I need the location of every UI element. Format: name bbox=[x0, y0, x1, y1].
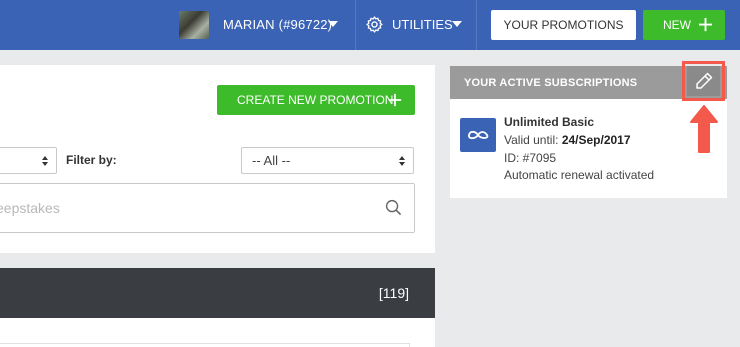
subscriptions-title: YOUR ACTIVE SUBSCRIPTIONS bbox=[464, 77, 638, 89]
plan-renewal-status: Automatic renewal activated bbox=[504, 168, 655, 182]
infinity-icon bbox=[468, 130, 489, 140]
arrow-up-icon bbox=[690, 105, 718, 153]
top-navigation-bar: MARIAN (#96722) UTILITIES YOUR PROMOTION… bbox=[0, 0, 740, 50]
gear-icon[interactable] bbox=[365, 15, 384, 34]
search-icon[interactable] bbox=[385, 199, 402, 216]
user-menu-label[interactable]: MARIAN (#96722) bbox=[223, 17, 332, 32]
promotions-list-header: [119] bbox=[0, 268, 435, 318]
valid-prefix: Valid until: bbox=[504, 133, 562, 147]
plan-name: Unlimited Basic bbox=[504, 115, 595, 129]
search-placeholder: eepstakes bbox=[0, 200, 60, 216]
plan-id: ID: #7095 bbox=[504, 151, 557, 165]
plan-icon bbox=[460, 118, 496, 152]
your-promotions-button[interactable]: YOUR PROMOTIONS bbox=[491, 10, 636, 40]
create-button-label: CREATE NEW PROMOTION bbox=[237, 93, 394, 107]
promotions-panel: CREATE NEW PROMOTION Filter by: -- All -… bbox=[0, 65, 435, 253]
plus-icon bbox=[388, 93, 402, 107]
filter-label: Filter by: bbox=[66, 153, 117, 167]
utilities-menu-label[interactable]: UTILITIES bbox=[392, 17, 453, 32]
nav-divider bbox=[476, 0, 477, 50]
new-button-label: NEW bbox=[663, 18, 691, 32]
highlight-box bbox=[682, 61, 725, 101]
filter-select-value: -- All -- bbox=[252, 153, 291, 168]
status-select[interactable] bbox=[0, 147, 57, 174]
plus-icon bbox=[698, 17, 713, 32]
user-avatar[interactable] bbox=[179, 11, 209, 39]
user-menu-caret-icon[interactable] bbox=[328, 21, 338, 27]
select-arrows-icon bbox=[42, 156, 48, 166]
list-item-outline bbox=[0, 343, 410, 347]
promotions-count: [119] bbox=[378, 285, 409, 301]
plan-valid-until: Valid until: 24/Sep/2017 bbox=[504, 133, 631, 147]
filter-select[interactable]: -- All -- bbox=[241, 147, 414, 174]
search-input[interactable]: eepstakes bbox=[0, 183, 415, 233]
select-arrows-icon bbox=[399, 156, 405, 166]
create-new-promotion-button[interactable]: CREATE NEW PROMOTION bbox=[217, 85, 415, 115]
utilities-caret-icon[interactable] bbox=[452, 21, 462, 27]
nav-divider bbox=[355, 0, 356, 50]
valid-date: 24/Sep/2017 bbox=[561, 133, 631, 147]
new-button[interactable]: NEW bbox=[643, 10, 725, 40]
